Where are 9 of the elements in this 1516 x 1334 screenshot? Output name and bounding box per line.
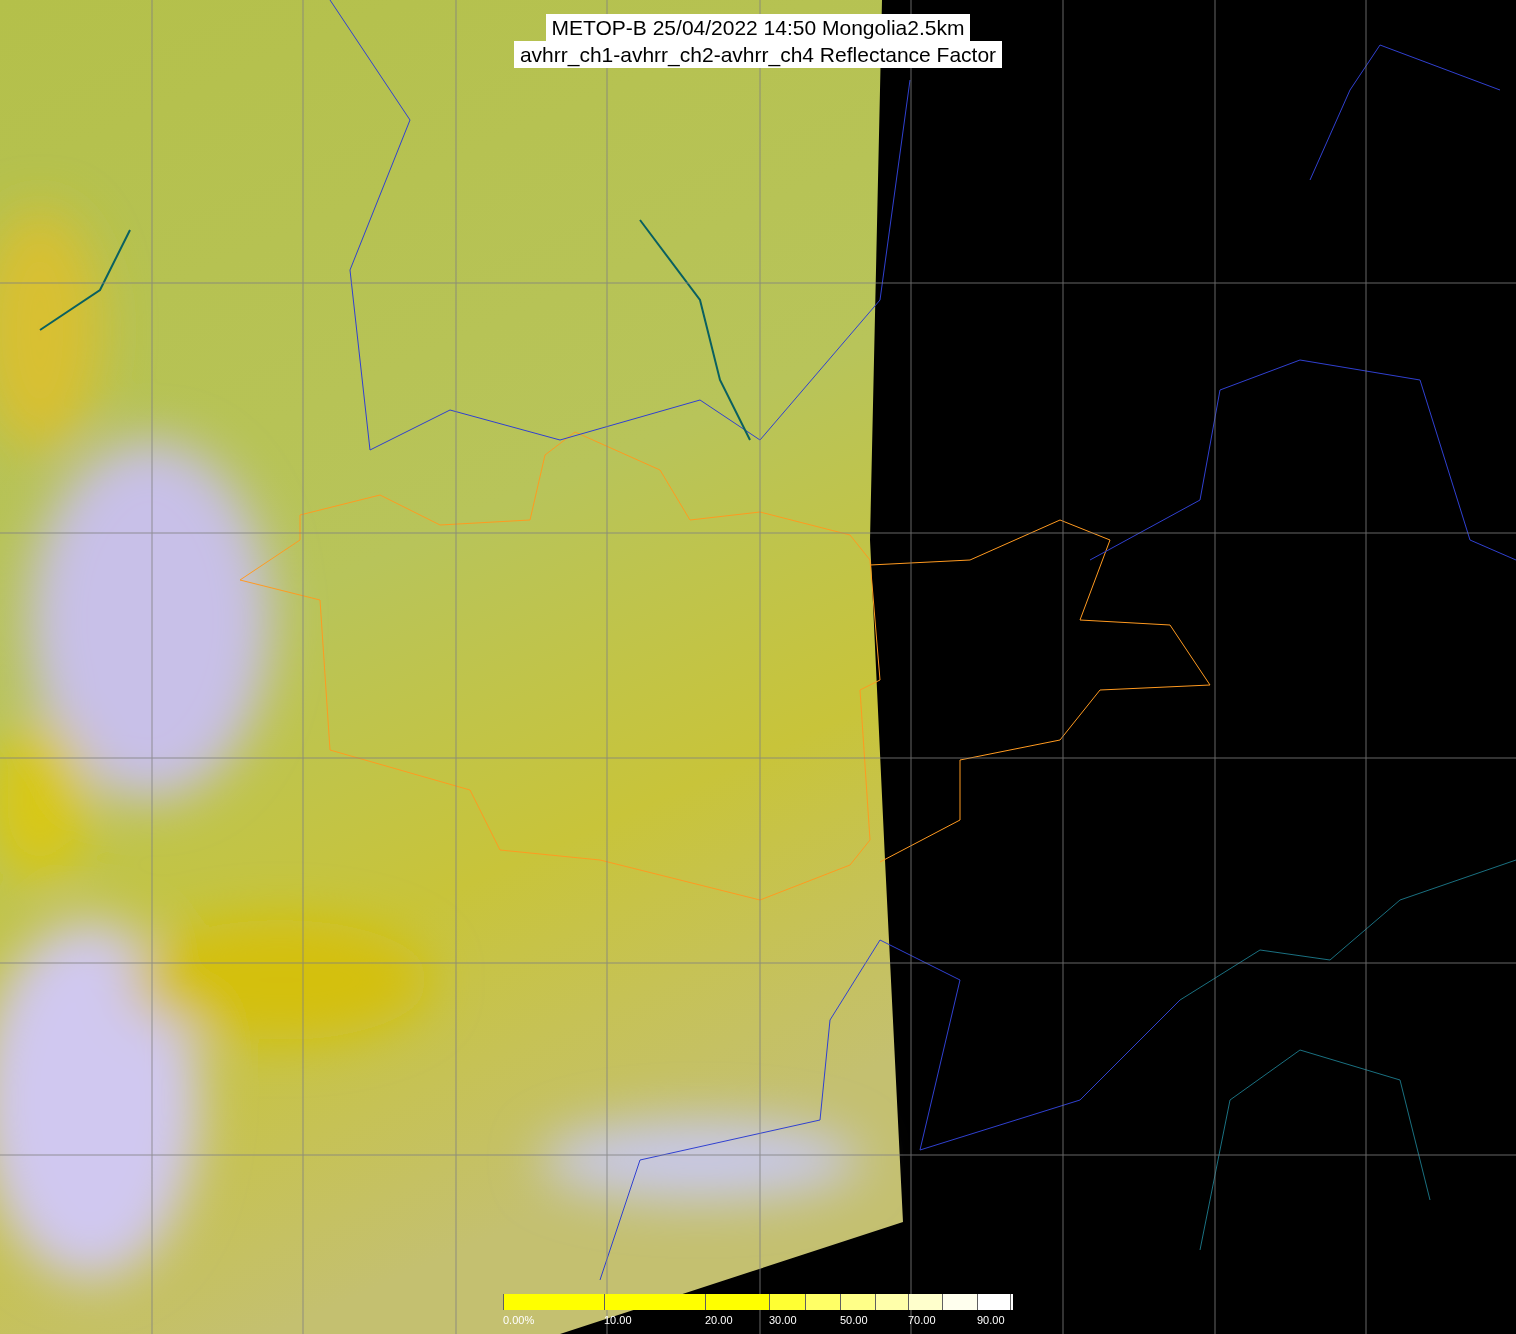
colorbar-tick-label: 90.00 — [977, 1313, 1006, 1327]
colorbar-tick-label: 0.00% — [503, 1313, 536, 1327]
map-title: METOP-B 25/04/2022 14:50 Mongolia2.5km — [545, 14, 971, 41]
colorbar-tick-label: 30.00 — [769, 1313, 798, 1327]
colorbar-tick-label: 70.00 — [908, 1313, 937, 1327]
colorbar-tick-label: 20.00 — [705, 1313, 734, 1327]
colorbar-tick-label: 10.00 — [604, 1313, 633, 1327]
map-title: avhrr_ch1-avhrr_ch2-avhrr_ch4 Reflectance Factor — [513, 41, 1003, 68]
colorbar-tick-label: 50.00 — [840, 1313, 869, 1327]
